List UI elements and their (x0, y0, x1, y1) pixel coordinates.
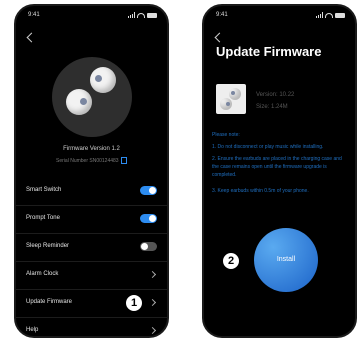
note-item: 1. Do not disconnect or play music while… (212, 144, 324, 150)
settings-screen: 9:41 Firmware Version 1.2 Serial Number … (14, 4, 169, 338)
install-button[interactable]: Install (254, 228, 318, 292)
prompt-tone-toggle[interactable] (140, 214, 157, 223)
size-text: Size: 1.24M (256, 104, 288, 110)
serial-text: Serial Number SN00124483 (56, 157, 119, 164)
signal-icon (316, 12, 323, 18)
menu-row-prompt-tone[interactable]: Prompt Tone (16, 205, 167, 234)
chevron-right-icon (148, 298, 157, 307)
update-firmware-screen: 9:41 Update Firmware Version: 10.22 Size… (202, 4, 357, 338)
note-item: 3. Keep earbuds within 0.5m of your phon… (212, 188, 309, 194)
wifi-icon (325, 12, 333, 18)
menu-row-help[interactable]: Help (16, 317, 167, 336)
note-item: 2. Ensure the earbuds are placed in the … (212, 156, 342, 178)
status-bar: 9:41 (28, 12, 157, 22)
version-text: Version: 10.22 (256, 92, 295, 98)
menu-label: Help (26, 327, 39, 333)
signal-icon (128, 12, 135, 18)
copy-icon[interactable] (120, 157, 127, 164)
earbuds-image (52, 57, 132, 137)
menu-row-sleep-reminder[interactable]: Sleep Reminder (16, 233, 167, 262)
step-badge-2: 2 (222, 252, 240, 270)
menu-label: Alarm Clock (26, 271, 59, 277)
battery-icon (335, 12, 345, 18)
menu-row-alarm-clock[interactable]: Alarm Clock (16, 261, 167, 290)
status-bar: 9:41 (216, 12, 345, 22)
status-time: 9:41 (216, 12, 228, 18)
back-icon[interactable] (214, 32, 225, 43)
sleep-reminder-toggle[interactable] (140, 242, 157, 251)
earbuds-thumbnail (216, 84, 246, 114)
menu-label: Sleep Reminder (26, 243, 70, 249)
battery-icon (147, 12, 157, 18)
note-title: Please note: (212, 132, 240, 138)
status-time: 9:41 (28, 12, 40, 18)
firmware-version: Firmware Version 1.2 (63, 146, 120, 152)
chevron-right-icon (148, 326, 157, 335)
chevron-right-icon (148, 270, 157, 279)
menu-row-update-firmware[interactable]: Update Firmware 1 (16, 289, 167, 318)
smart-switch-toggle[interactable] (140, 186, 157, 195)
back-icon[interactable] (26, 32, 37, 43)
menu-label: Smart Switch (26, 187, 62, 193)
serial-number: Serial Number SN00124483 (16, 157, 167, 164)
step-badge-1: 1 (125, 294, 143, 312)
menu-row-smart-switch[interactable]: Smart Switch (16, 177, 167, 206)
wifi-icon (137, 12, 145, 18)
menu-label: Update Firmware (26, 299, 73, 305)
menu-label: Prompt Tone (26, 215, 60, 221)
page-title: Update Firmware (216, 44, 322, 59)
